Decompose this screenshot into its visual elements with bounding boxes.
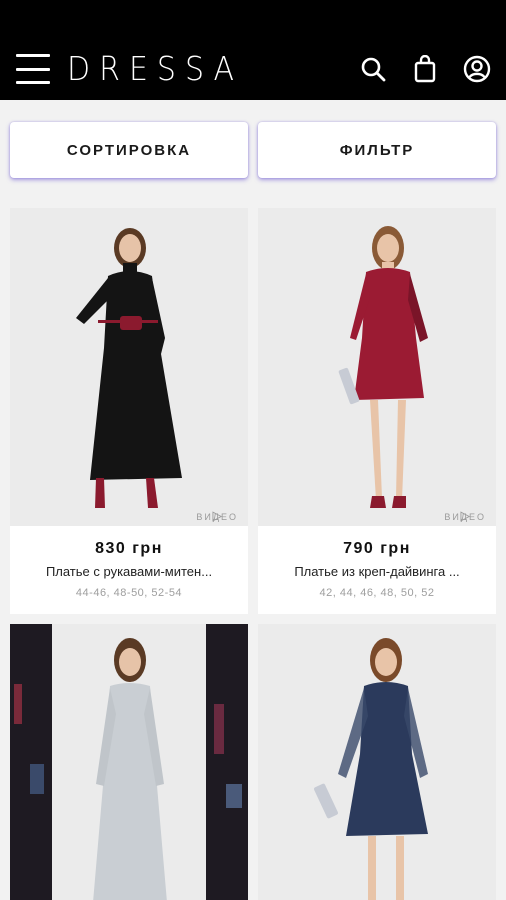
product-name[interactable]: Платье из креп-дайвинга ... <box>258 564 496 579</box>
product-image-black-dress <box>76 228 182 508</box>
product-card[interactable] <box>258 624 496 900</box>
play-icon <box>460 511 471 522</box>
product-sizes: 42, 44, 46, 48, 50, 52 <box>319 587 435 599</box>
menu-icon[interactable] <box>16 54 50 84</box>
product-image-grey-gown <box>10 624 248 900</box>
account-icon[interactable] <box>462 54 492 84</box>
bag-icon[interactable] <box>410 54 440 84</box>
product-photo[interactable] <box>258 624 496 900</box>
product-photo[interactable]: ВИДЕО <box>10 208 248 526</box>
video-badge[interactable]: ВИДЕО <box>444 511 486 522</box>
product-name[interactable]: Платье с рукавами-митен... <box>10 564 248 579</box>
product-card[interactable]: ВИДЕО 790 грн Платье из креп-дайвинга ..… <box>258 208 496 614</box>
product-image-navy-dress <box>314 638 428 900</box>
product-sizes: 44-46, 48-50, 52-54 <box>75 587 183 599</box>
product-photo[interactable]: ВИДЕО <box>258 208 496 526</box>
product-image-red-dress <box>338 226 428 508</box>
search-icon[interactable] <box>358 54 388 84</box>
product-grid: ВИДЕО 830 грн Платье с рукавами-митен...… <box>0 178 506 900</box>
product-card[interactable]: ВИДЕО 830 грн Платье с рукавами-митен...… <box>10 208 248 614</box>
status-bar <box>0 0 506 38</box>
product-price: 790 грн <box>343 540 411 557</box>
app-logo[interactable]: DRESSA <box>67 50 358 89</box>
product-card[interactable] <box>10 624 248 900</box>
sort-filter-bar: СОРТИРОВКА ФИЛЬТР <box>0 100 506 178</box>
play-icon <box>212 511 223 522</box>
sort-button[interactable]: СОРТИРОВКА <box>10 122 248 178</box>
filter-button[interactable]: ФИЛЬТР <box>258 122 496 178</box>
app-bar: DRESSA <box>0 38 506 100</box>
product-price: 830 грн <box>95 540 163 557</box>
video-badge[interactable]: ВИДЕО <box>196 511 238 522</box>
product-photo[interactable] <box>10 624 248 900</box>
